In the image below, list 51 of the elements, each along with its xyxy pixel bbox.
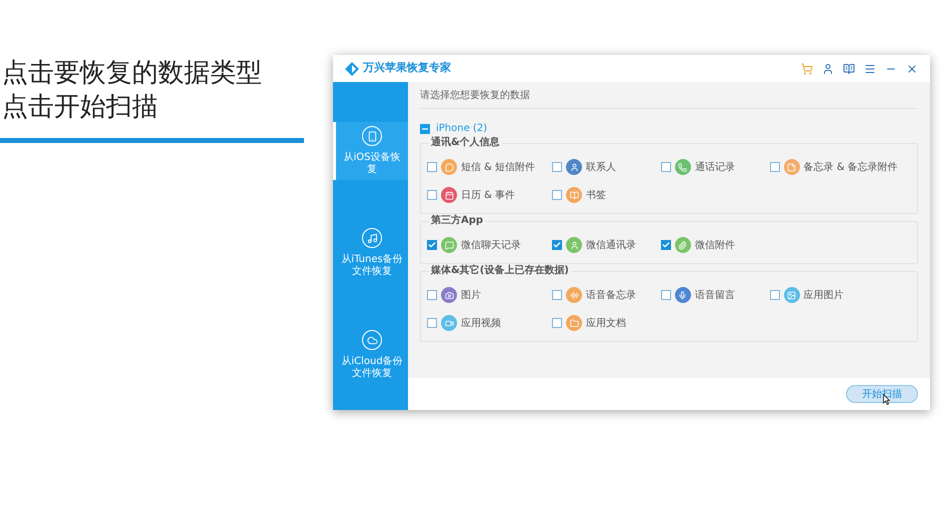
category-label: 日历 & 事件 bbox=[461, 188, 516, 202]
checkbox[interactable] bbox=[660, 162, 671, 172]
checkbox[interactable] bbox=[552, 190, 562, 200]
device-label: iPhone (2) bbox=[436, 122, 488, 136]
group-title: 第三方App bbox=[429, 215, 486, 227]
checkbox[interactable] bbox=[660, 240, 671, 250]
category-label: 微信通讯录 bbox=[586, 238, 636, 252]
logo-icon bbox=[345, 62, 359, 76]
category-label: 微信附件 bbox=[694, 238, 735, 252]
sidebar-item[interactable]: 从iOS设备恢复 bbox=[333, 122, 408, 180]
content-heading: 请选择您想要恢复的数据 bbox=[420, 88, 918, 109]
close-icon[interactable] bbox=[906, 62, 918, 74]
category-label: 图片 bbox=[461, 288, 481, 302]
checkbox[interactable] bbox=[552, 318, 562, 328]
checkbox[interactable] bbox=[552, 290, 562, 300]
window-title: 万兴苹果恢复专家 bbox=[363, 60, 451, 76]
group-title: 媒体&其它(设备上已存在数据) bbox=[429, 265, 571, 277]
group-title: 通讯&个人信息 bbox=[429, 137, 502, 149]
category-label: 书签 bbox=[586, 188, 606, 202]
category-label: 备忘录 & 备忘录附件 bbox=[804, 160, 898, 174]
checkbox[interactable] bbox=[660, 290, 671, 300]
category-label: 语音留言 bbox=[694, 288, 735, 302]
slide-text: 点击要恢复的数据类型 bbox=[1, 57, 263, 90]
sidebar-item[interactable]: 从iCloud备份文件恢复 bbox=[333, 326, 408, 384]
checkbox[interactable] bbox=[427, 290, 437, 300]
user-icon[interactable] bbox=[822, 62, 834, 74]
sidebar-icon bbox=[362, 228, 382, 248]
category-label: 应用文档 bbox=[586, 316, 626, 330]
sidebar-item[interactable]: 从iTunes备份文件恢复 bbox=[333, 224, 408, 282]
checkbox[interactable] bbox=[552, 240, 562, 250]
category-label: 联系人 bbox=[586, 160, 616, 174]
cart-icon[interactable] bbox=[801, 62, 813, 74]
checkbox[interactable] bbox=[770, 162, 780, 172]
checkbox[interactable] bbox=[552, 162, 562, 172]
menu-icon[interactable] bbox=[864, 62, 876, 74]
sidebar-icon bbox=[362, 126, 382, 146]
category-label: 应用图片 bbox=[804, 288, 844, 302]
category-label: 应用视频 bbox=[461, 316, 501, 330]
sidebar-icon bbox=[362, 330, 382, 350]
category-label: 通话记录 bbox=[694, 160, 735, 174]
book-icon[interactable] bbox=[843, 62, 855, 74]
slide-text: 点击开始扫描 bbox=[1, 91, 159, 124]
device-toggle[interactable] bbox=[420, 124, 430, 134]
checkbox[interactable] bbox=[427, 162, 437, 172]
category-label: 语音备忘录 bbox=[586, 288, 636, 302]
category-label: 微信聊天记录 bbox=[461, 238, 521, 252]
checkbox[interactable] bbox=[427, 240, 437, 250]
checkbox[interactable] bbox=[427, 190, 437, 200]
checkbox[interactable] bbox=[427, 318, 437, 328]
checkbox[interactable] bbox=[770, 290, 780, 300]
category-label: 短信 & 短信附件 bbox=[461, 160, 536, 174]
